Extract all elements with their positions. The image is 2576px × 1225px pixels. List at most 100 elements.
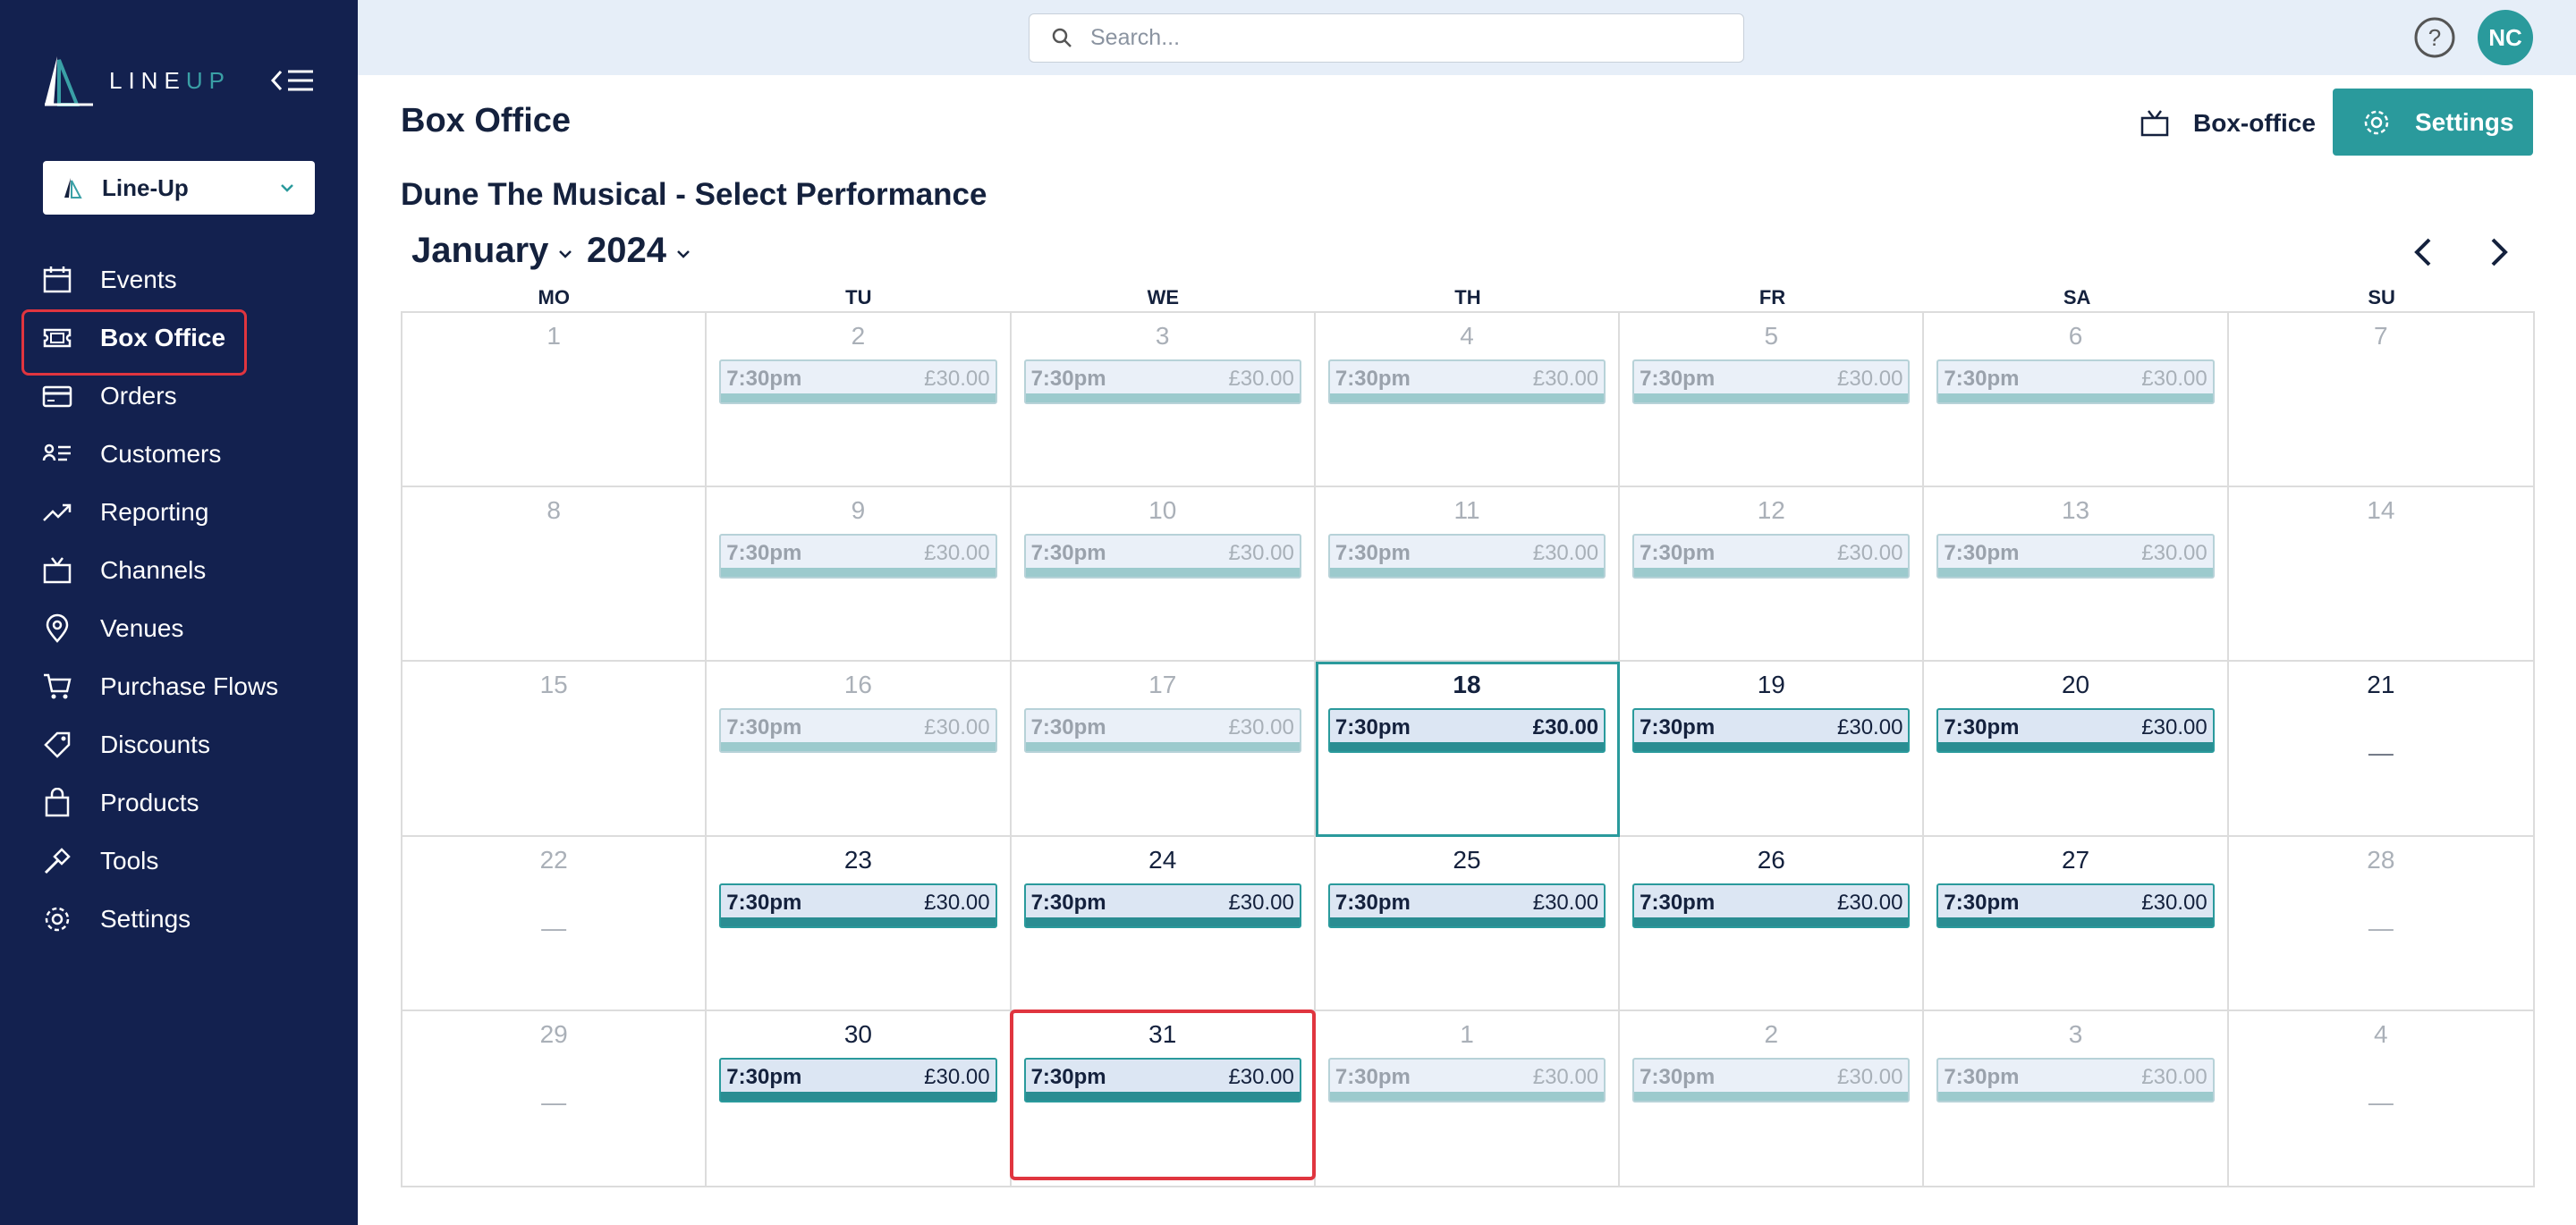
availability-bar [1634, 568, 1909, 578]
calendar-day-cell[interactable]: 24 7:30pm £30.00 [1011, 836, 1316, 1011]
sidebar-item-events[interactable]: Events [21, 250, 336, 308]
performance-slot[interactable]: 7:30pm £30.00 [1023, 883, 1301, 928]
performance-slot[interactable]: 7:30pm £30.00 [1327, 708, 1606, 754]
sidebar-item-settings[interactable]: Settings [21, 890, 336, 948]
sidebar-item-orders[interactable]: Orders [21, 367, 336, 425]
calendar-day-cell[interactable]: 27 7:30pm £30.00 [1924, 836, 2229, 1011]
calendar-day-cell[interactable]: 17 7:30pm £30.00 [1011, 662, 1316, 837]
calendar-day-cell[interactable]: 31 7:30pm £30.00 [1009, 1009, 1317, 1186]
performance-time: 7:30pm [1640, 715, 1716, 740]
next-month-icon[interactable] [2482, 234, 2514, 270]
calendar-day-cell[interactable]: 3 7:30pm £30.00 [1924, 1010, 2229, 1186]
weekday-label: MO [538, 286, 570, 308]
calendar-day-cell[interactable]: 26 7:30pm £30.00 [1620, 836, 1925, 1011]
calendar-day-cell[interactable]: 15 [402, 662, 708, 837]
year-select[interactable]: 2024 [587, 231, 691, 271]
performance-price: £30.00 [2141, 367, 2207, 391]
performance-slot[interactable]: 7:30pm £30.00 [1632, 708, 1911, 754]
calendar-day-cell[interactable]: 16 7:30pm £30.00 [707, 662, 1012, 837]
calendar-day-cell[interactable]: 11 7:30pm £30.00 [1315, 487, 1621, 663]
calendar-day-cell[interactable]: 12 7:30pm £30.00 [1620, 487, 1925, 663]
help-icon[interactable]: ? [2413, 16, 2456, 59]
calendar-day-cell[interactable]: 25 7:30pm £30.00 [1315, 836, 1621, 1011]
calendar-day-cell[interactable]: 4 7:30pm £30.00 [1315, 313, 1621, 488]
collapse-sidebar-icon[interactable] [270, 64, 315, 97]
performance-slot[interactable]: 7:30pm £30.00 [1023, 359, 1301, 404]
performance-slot[interactable]: 7:30pm £30.00 [1632, 883, 1911, 928]
calendar-day-cell[interactable]: 2 7:30pm £30.00 [707, 313, 1012, 488]
calendar-day-cell[interactable]: 28 — [2228, 837, 2533, 1011]
day-number: 14 [2367, 496, 2395, 525]
performance-slot[interactable]: 7:30pm £30.00 [719, 1057, 997, 1102]
top-bar: ? NC [358, 0, 2576, 75]
calendar-day-cell[interactable]: 7 [2228, 313, 2533, 488]
calendar-day-cell[interactable]: 8 [402, 487, 708, 663]
performance-slot[interactable]: 7:30pm £30.00 [1327, 883, 1606, 928]
calendar-day-cell[interactable]: 3 7:30pm £30.00 [1011, 313, 1316, 488]
performance-slot[interactable]: 7:30pm £30.00 [1632, 534, 1911, 579]
calendar-day-cell[interactable]: 14 [2228, 487, 2533, 663]
gear-icon [41, 903, 73, 935]
performance-slot[interactable]: 7:30pm £30.00 [1632, 359, 1911, 404]
sidebar-item-box-office[interactable]: Box Office [21, 308, 336, 376]
organization-select-label: Line-Up [102, 173, 189, 201]
search-box[interactable] [1029, 13, 1744, 63]
performance-slot[interactable]: 7:30pm £30.00 [1936, 534, 2215, 579]
performance-slot[interactable]: 7:30pm £30.00 [1327, 534, 1606, 579]
calendar-day-cell[interactable]: 29 — [402, 1010, 708, 1186]
performance-slot[interactable]: 7:30pm £30.00 [1936, 1057, 2215, 1102]
calendar-day-cell[interactable]: 5 7:30pm £30.00 [1620, 313, 1925, 488]
calendar-day-cell[interactable]: 2 7:30pm £30.00 [1620, 1010, 1925, 1186]
performance-slot[interactable]: 7:30pm £30.00 [719, 883, 997, 928]
settings-button[interactable]: Settings [2333, 89, 2533, 156]
performance-slot[interactable]: 7:30pm £30.00 [1327, 1057, 1606, 1102]
month-select[interactable]: January [411, 231, 573, 271]
calendar-day-cell[interactable]: 21 — [2228, 662, 2533, 837]
calendar-day-cell[interactable]: 13 7:30pm £30.00 [1924, 487, 2229, 663]
performance-slot[interactable]: 7:30pm £30.00 [719, 708, 997, 754]
sidebar-item-reporting[interactable]: Reporting [21, 483, 336, 541]
performance-time: 7:30pm [726, 715, 802, 740]
calendar-day-cell[interactable]: 6 7:30pm £30.00 [1924, 313, 2229, 488]
performance-slot[interactable]: 7:30pm £30.00 [1936, 708, 2215, 754]
chevron-down-icon [281, 184, 293, 192]
calendar-day-cell[interactable]: 23 7:30pm £30.00 [707, 836, 1012, 1011]
previous-month-icon[interactable] [2408, 234, 2440, 270]
box-office-channel-link[interactable]: Box-office [2140, 106, 2316, 141]
performance-slot[interactable]: 7:30pm £30.00 [1327, 359, 1606, 404]
calendar-day-cell[interactable]: 4— [2229, 1011, 2533, 1186]
performance-price: £30.00 [2141, 890, 2207, 915]
performance-slot[interactable]: 7:30pm £30.00 [1936, 359, 2215, 404]
calendar-day-cell[interactable]: 10 7:30pm £30.00 [1011, 487, 1316, 663]
performance-slot[interactable]: 7:30pm £30.00 [1023, 1057, 1301, 1102]
calendar-day-cell[interactable]: 9 7:30pm £30.00 [707, 487, 1012, 663]
availability-bar [721, 1091, 996, 1101]
calendar-day-cell[interactable]: 1 [402, 313, 708, 488]
sidebar-item-products[interactable]: Products [21, 773, 336, 832]
calendar-day-cell[interactable]: 30 7:30pm £30.00 [707, 1010, 1012, 1186]
lineup-logo[interactable]: LINEUP [41, 54, 231, 107]
search-input[interactable] [1090, 25, 1699, 51]
performance-slot[interactable]: 7:30pm £30.00 [1023, 708, 1301, 754]
user-avatar[interactable]: NC [2478, 10, 2533, 65]
performance-slot[interactable]: 7:30pm £30.00 [719, 359, 997, 404]
performance-slot[interactable]: 7:30pm £30.00 [719, 534, 997, 579]
performance-slot[interactable]: 7:30pm £30.00 [1936, 883, 2215, 928]
sidebar-item-channels[interactable]: Channels [21, 541, 336, 599]
sidebar-item-tools[interactable]: Tools [21, 832, 336, 890]
performance-time: 7:30pm [1640, 1064, 1716, 1089]
calendar-day-cell[interactable]: 22 — [402, 836, 708, 1011]
sidebar-item-discounts[interactable]: Discounts [21, 715, 336, 773]
performance-slot[interactable]: 7:30pm £30.00 [1632, 1057, 1911, 1102]
organization-select[interactable]: Line-Up [43, 161, 315, 215]
sidebar-item-customers[interactable]: Customers [21, 425, 336, 483]
sidebar-item-venues[interactable]: Venues [21, 599, 336, 657]
calendar-day-cell[interactable]: 20 7:30pm £30.00 [1924, 662, 2229, 837]
calendar-day-cell[interactable]: 1 7:30pm £30.00 [1316, 1010, 1621, 1186]
performance-slot[interactable]: 7:30pm £30.00 [1023, 534, 1301, 579]
performance-price: £30.00 [1837, 1064, 1903, 1089]
calendar-day-cell[interactable]: 18 7:30pm £30.00 [1315, 662, 1621, 837]
calendar-day-cell[interactable]: 19 7:30pm £30.00 [1620, 662, 1925, 837]
day-number: 12 [1757, 496, 1785, 525]
sidebar-item-purchase-flows[interactable]: Purchase Flows [21, 657, 336, 715]
